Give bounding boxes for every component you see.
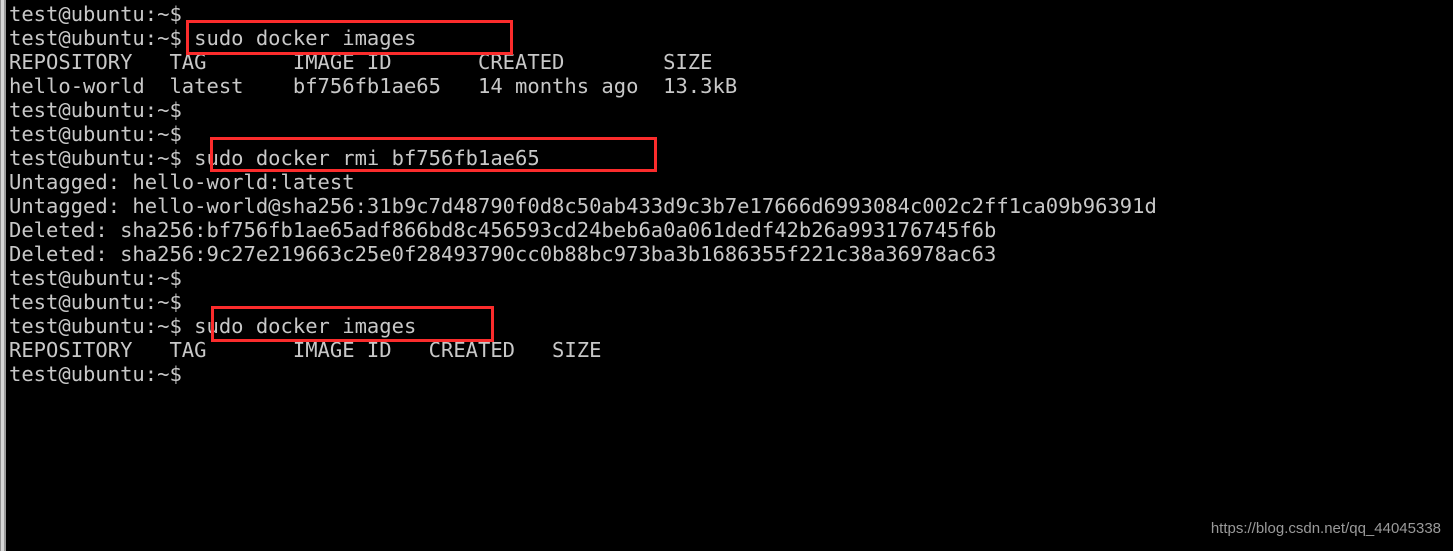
terminal-line-deleted-layer-2: Deleted: sha256:9c27e219663c25e0f2849379…: [9, 242, 997, 266]
terminal-line: test@ubuntu:~$: [9, 98, 182, 122]
terminal-window: test@ubuntu:~$ test@ubuntu:~$ sudo docke…: [0, 0, 1453, 551]
window-left-border: [0, 0, 7, 551]
terminal-line-command-rmi: test@ubuntu:~$ sudo docker rmi bf756fb1a…: [9, 146, 540, 170]
terminal-line: test@ubuntu:~$: [9, 2, 182, 26]
terminal-line-prompt-final: test@ubuntu:~$: [9, 362, 182, 386]
terminal-line-deleted-layer-1: Deleted: sha256:bf756fb1ae65adf866bd8c45…: [9, 218, 997, 242]
terminal-line: test@ubuntu:~$: [9, 122, 182, 146]
terminal-line-table-header: REPOSITORY TAG IMAGE ID CREATED SIZE: [9, 50, 713, 74]
terminal-line-untagged-digest: Untagged: hello-world@sha256:31b9c7d4879…: [9, 194, 1157, 218]
terminal-line-untagged-tag: Untagged: hello-world:latest: [9, 170, 355, 194]
terminal-line-command-images-second: test@ubuntu:~$ sudo docker images: [9, 314, 417, 338]
terminal-line-table-row: hello-world latest bf756fb1ae65 14 month…: [9, 74, 738, 98]
terminal-line-command-images-first: test@ubuntu:~$ sudo docker images: [9, 26, 417, 50]
terminal-line: test@ubuntu:~$: [9, 290, 182, 314]
terminal-line: test@ubuntu:~$: [9, 266, 182, 290]
terminal-line-table-header-empty: REPOSITORY TAG IMAGE ID CREATED SIZE: [9, 338, 602, 362]
terminal-output-area[interactable]: test@ubuntu:~$ test@ubuntu:~$ sudo docke…: [9, 0, 1453, 551]
watermark: https://blog.csdn.net/qq_44045338: [1210, 520, 1441, 537]
